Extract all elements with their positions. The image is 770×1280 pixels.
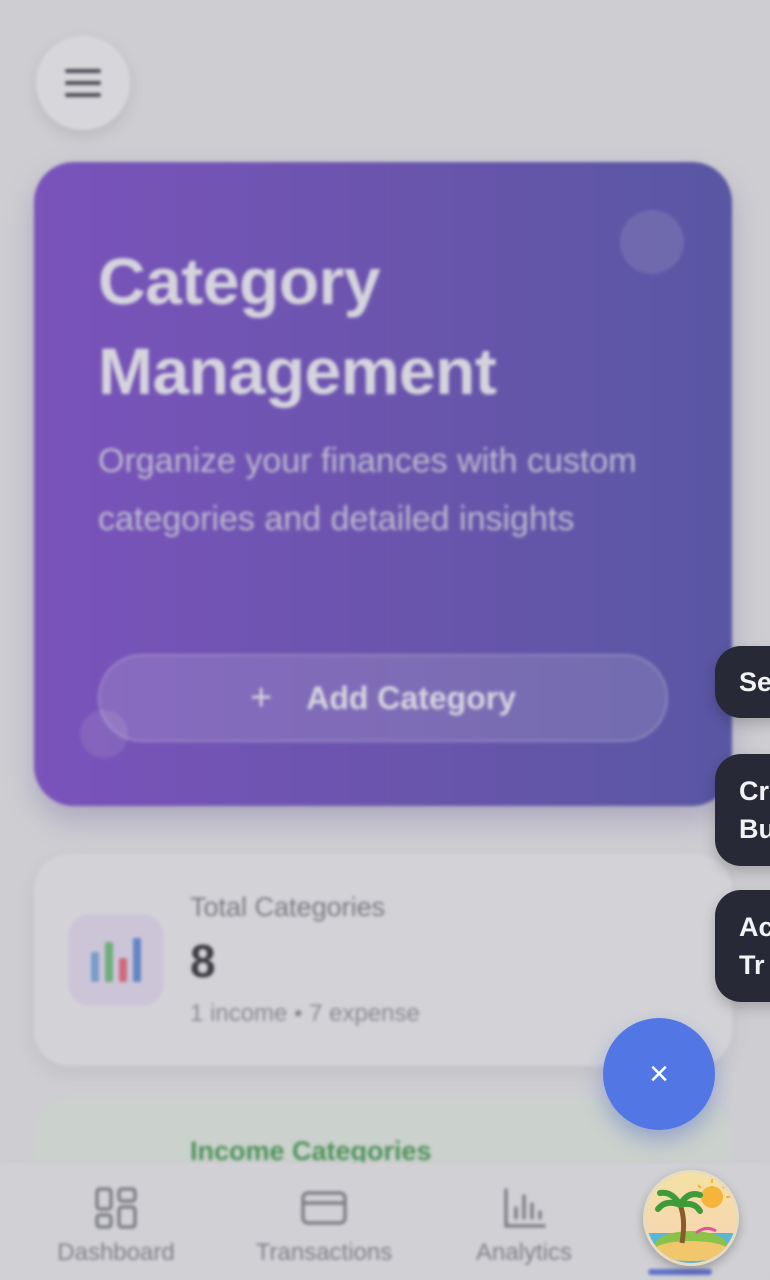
- category-management-page: Category Management Organize your financ…: [0, 0, 770, 1280]
- tropical-island-avatar-icon: [646, 1173, 736, 1263]
- speed-dial-action-3[interactable]: Ac Tr: [715, 890, 770, 1002]
- speed-dial-action-2[interactable]: Cr Bu: [715, 754, 770, 866]
- close-speed-dial-button[interactable]: ×: [603, 1018, 715, 1130]
- avatar[interactable]: [643, 1170, 739, 1266]
- close-icon: ×: [649, 1054, 669, 1093]
- speed-dial-action-1[interactable]: Se: [715, 646, 770, 718]
